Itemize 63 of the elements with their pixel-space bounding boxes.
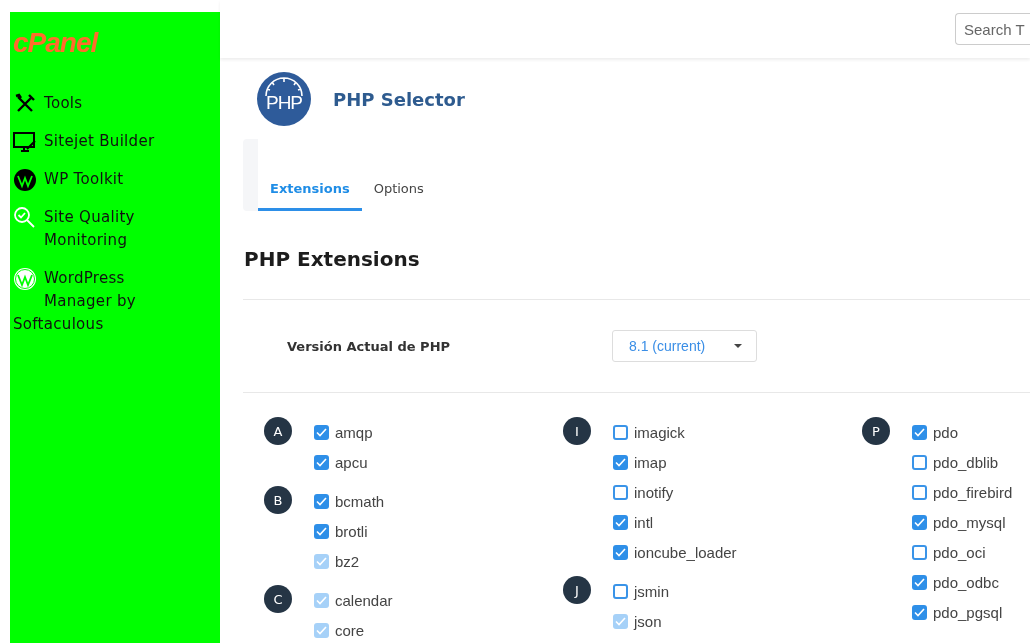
extension-name: bcmath bbox=[335, 492, 385, 510]
extension-name: amqp bbox=[335, 423, 373, 441]
checkbox[interactable] bbox=[912, 574, 927, 590]
extension-name: pdo_mysql bbox=[933, 513, 1006, 531]
page-title: PHP Selector bbox=[333, 88, 465, 110]
extension-name: imagick bbox=[634, 423, 685, 441]
letter-badge: C bbox=[264, 585, 292, 613]
checkbox[interactable] bbox=[314, 424, 329, 440]
tab-bar-background bbox=[243, 139, 258, 211]
wordpress-icon bbox=[13, 168, 37, 192]
extension-name: core bbox=[335, 621, 365, 639]
extension-name: pdo_firebird bbox=[933, 483, 1013, 501]
letter-badge: B bbox=[264, 486, 292, 514]
sidebar-link[interactable]: WP Toolkit bbox=[13, 168, 178, 191]
checkbox[interactable] bbox=[613, 424, 628, 440]
extension-name: bz2 bbox=[335, 552, 360, 570]
checkbox[interactable] bbox=[912, 544, 927, 560]
sidebar-link[interactable]: Site Quality Monitoring bbox=[13, 206, 178, 252]
extension-name: jsmin bbox=[634, 582, 669, 600]
letter-badge: A bbox=[264, 417, 292, 445]
checkbox[interactable] bbox=[912, 484, 927, 500]
extension-name: inotify bbox=[634, 483, 674, 501]
letter-badge: I bbox=[563, 417, 591, 445]
checkbox[interactable] bbox=[613, 544, 628, 560]
extension-name: calendar bbox=[335, 591, 393, 609]
extension-name: apcu bbox=[335, 453, 368, 471]
extension-name: pdo_odbc bbox=[933, 573, 999, 591]
extension-name: json bbox=[634, 612, 662, 630]
checkbox[interactable] bbox=[314, 523, 329, 539]
sidebar-link[interactable]: Sitejet Builder bbox=[13, 130, 178, 153]
letter-badge: J bbox=[563, 576, 591, 604]
extension-name: pdo_dblib bbox=[933, 453, 999, 471]
extension-name: pdo bbox=[933, 423, 959, 441]
checkbox[interactable] bbox=[912, 514, 927, 530]
extension-name: intl bbox=[634, 513, 654, 531]
sidebar-link[interactable]: Tools bbox=[13, 92, 178, 115]
checkbox[interactable] bbox=[912, 424, 927, 440]
magnifier-check-icon bbox=[13, 206, 37, 230]
letter-badge: P bbox=[862, 417, 890, 445]
extension-name: pdo_pgsql bbox=[933, 603, 1003, 621]
checkbox[interactable] bbox=[912, 604, 927, 620]
checkbox[interactable] bbox=[613, 583, 628, 599]
version-select[interactable]: 8.1 (current) bbox=[612, 330, 757, 362]
checkbox[interactable] bbox=[314, 454, 329, 470]
checkbox[interactable] bbox=[314, 493, 329, 509]
checkbox[interactable] bbox=[613, 454, 628, 470]
section-heading: PHP Extensions bbox=[244, 247, 421, 271]
caret-icon bbox=[734, 344, 742, 348]
extension-name: pdo_oci bbox=[933, 543, 986, 561]
checkbox[interactable] bbox=[613, 484, 628, 500]
search-field[interactable]: Search T bbox=[955, 13, 1030, 45]
wordpress-icon bbox=[13, 267, 37, 291]
php-logo: PHP bbox=[257, 72, 311, 126]
version-label: Versión Actual de PHP bbox=[287, 338, 452, 354]
tab[interactable]: Options bbox=[361, 181, 436, 211]
extension-name: ioncube_loader bbox=[634, 543, 737, 561]
checkbox[interactable] bbox=[912, 454, 927, 470]
monitor-icon bbox=[13, 130, 37, 154]
sidebar-link[interactable]: WordPress Manager by Softaculous bbox=[13, 267, 178, 336]
extension-name: imap bbox=[634, 453, 667, 471]
cpanel-logo: cPanel bbox=[13, 28, 98, 58]
extension-name: brotli bbox=[335, 522, 368, 540]
checkbox[interactable] bbox=[613, 514, 628, 530]
